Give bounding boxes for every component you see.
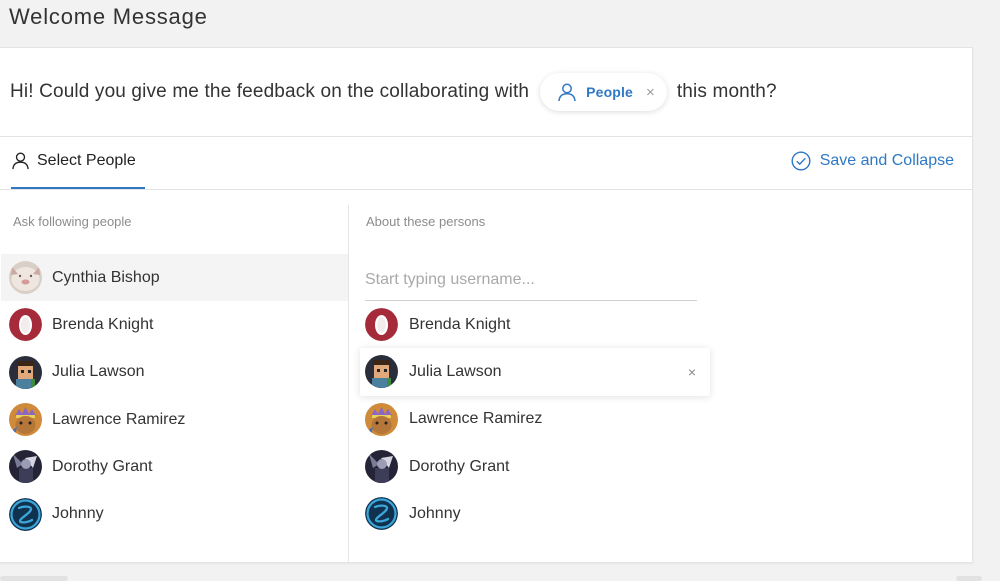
remove-person-icon[interactable]: × [688, 364, 696, 380]
egg-avatar [365, 308, 398, 342]
dark-avatar [9, 450, 42, 484]
person-name: Brenda Knight [409, 315, 511, 333]
save-and-collapse-button[interactable]: Save and Collapse [791, 151, 954, 171]
person-name: Johnny [409, 504, 461, 522]
tab-select-people-label: Select People [37, 151, 136, 169]
list-item[interactable]: Lawrence Ramirez [360, 396, 710, 443]
person-name: Lawrence Ramirez [409, 410, 543, 428]
ask-people-label: Ask following people [13, 214, 132, 229]
message-sentence: Hi! Could you give me the feedback on th… [10, 72, 777, 112]
next-card-edge [956, 576, 982, 581]
message-suffix: this month? [676, 81, 777, 102]
people-chip-label: People [586, 84, 633, 100]
page-title: Welcome Message [9, 4, 208, 29]
person-name: Lawrence Ramirez [52, 410, 186, 428]
dark-avatar [365, 450, 398, 484]
person-name: Dorothy Grant [52, 457, 153, 475]
username-search-input[interactable] [365, 260, 697, 301]
z-logo-avatar [365, 497, 398, 531]
column-divider [348, 205, 349, 564]
person-name: Johnny [52, 505, 104, 523]
pixel-avatar [365, 355, 398, 389]
about-persons-list: Brenda Knight Julia Lawson × Lawrence Ra… [360, 301, 710, 537]
save-and-collapse-label: Save and Collapse [819, 152, 954, 169]
z-logo-avatar [9, 497, 42, 531]
chip-close-icon[interactable]: × [646, 85, 655, 100]
list-item[interactable]: Julia Lawson × [360, 348, 710, 396]
king-avatar [365, 402, 398, 436]
list-item[interactable]: Dorothy Grant [360, 443, 710, 490]
list-item[interactable]: Johnny [1, 490, 348, 537]
divider [0, 189, 972, 190]
person-name: Cynthia Bishop [52, 268, 160, 286]
welcome-message-card: Hi! Could you give me the feedback on th… [0, 47, 973, 564]
egg-avatar [9, 308, 42, 342]
person-name: Julia Lawson [409, 362, 502, 380]
ask-people-list: Cynthia Bishop Brenda Knight Julia Lawso… [1, 254, 348, 538]
people-chip[interactable]: People × [540, 73, 667, 111]
about-persons-label: About these persons [366, 214, 486, 229]
list-item[interactable]: Brenda Knight [360, 301, 710, 348]
check-circle-icon [791, 151, 811, 171]
list-item[interactable]: Dorothy Grant [1, 443, 348, 490]
person-name: Dorothy Grant [409, 457, 510, 475]
person-icon [557, 82, 577, 102]
list-item[interactable]: Julia Lawson [1, 349, 348, 396]
next-card-edge [0, 576, 68, 581]
list-item[interactable]: Lawrence Ramirez [1, 396, 348, 443]
list-item[interactable]: Johnny [360, 490, 710, 537]
king-avatar [9, 403, 42, 437]
list-item[interactable]: Cynthia Bishop [1, 254, 348, 302]
list-item[interactable]: Brenda Knight [1, 301, 348, 348]
tab-select-people[interactable]: Select People [11, 151, 136, 170]
person-name: Brenda Knight [52, 315, 154, 333]
person-icon [11, 151, 30, 170]
cat-avatar [9, 261, 42, 295]
person-name: Julia Lawson [52, 363, 145, 381]
divider [0, 136, 972, 137]
pixel-avatar [9, 355, 42, 389]
message-prefix: Hi! Could you give me the feedback on th… [10, 81, 530, 102]
